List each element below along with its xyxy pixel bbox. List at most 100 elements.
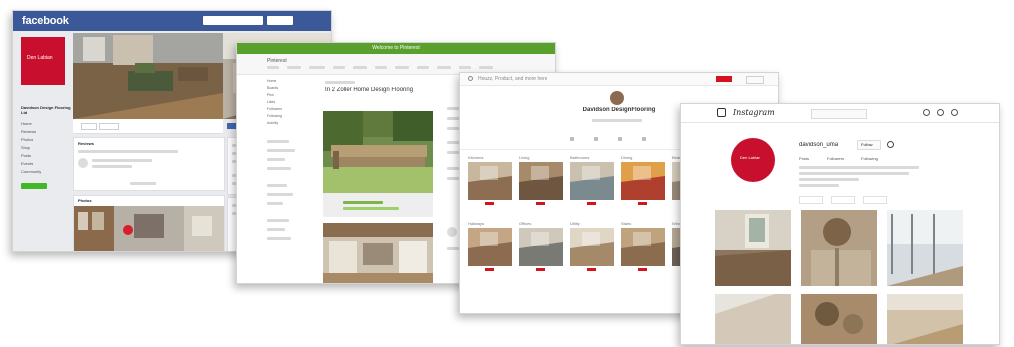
follow-board-button[interactable] [536, 268, 545, 271]
pin-caption [323, 193, 433, 217]
heart-icon[interactable] [937, 109, 944, 116]
pin-image-garden[interactable] [323, 111, 433, 193]
tab-pins[interactable] [594, 137, 598, 141]
tab-likes[interactable] [618, 137, 622, 141]
pinterest-left-menu: Home Boards Pins Likes Followers Followi… [267, 79, 303, 240]
board-tile[interactable]: Living [519, 155, 563, 205]
follow-board-button[interactable] [638, 202, 647, 205]
board-image[interactable] [570, 228, 614, 266]
cover-photo [73, 33, 223, 119]
reviews-card: Reviews [73, 137, 225, 191]
board-image[interactable] [570, 162, 614, 200]
tab-boards[interactable] [570, 137, 574, 141]
menu-item[interactable]: Activity [267, 121, 303, 128]
search-button[interactable] [267, 16, 293, 25]
nav-item[interactable]: Photos [21, 137, 33, 142]
nav-item[interactable]: Community [21, 169, 41, 174]
nav-item[interactable]: Reviews [21, 129, 36, 134]
sign-in-button[interactable] [746, 76, 764, 84]
menu-item[interactable]: Pins [267, 93, 303, 100]
highlight[interactable] [863, 196, 887, 204]
post-image[interactable] [715, 294, 791, 345]
board-image[interactable] [468, 162, 512, 200]
board-title: Kitchens [468, 155, 484, 160]
board-image[interactable] [468, 228, 512, 266]
pin-image-interior[interactable] [323, 223, 433, 283]
nav-item[interactable]: Home [21, 121, 32, 126]
follow-board-button[interactable] [485, 268, 494, 271]
compass-icon[interactable] [923, 109, 930, 116]
board-tile[interactable]: Hallways [468, 221, 512, 271]
board-title: Stairs [621, 221, 632, 226]
board-image[interactable] [519, 162, 563, 200]
board-image[interactable] [621, 228, 665, 266]
follow-board-button[interactable] [587, 202, 596, 205]
follow-button[interactable]: Follow [857, 140, 881, 150]
stat-following: Following [861, 156, 878, 161]
nav-item[interactable]: Shop [21, 145, 30, 150]
menu-item[interactable]: Following [267, 114, 303, 121]
brand-logo-text: Den Labian [740, 155, 761, 160]
board-title: Utility [570, 221, 580, 226]
page-name: Davidson Design Flooring Ltd [21, 105, 71, 115]
follow-board-button[interactable] [485, 202, 494, 205]
tab-followers[interactable] [642, 137, 646, 141]
stat-followers: Followers [827, 156, 845, 161]
nav-item[interactable]: Events [21, 161, 33, 166]
board-tile[interactable]: Utility [570, 221, 614, 271]
sign-up-button[interactable] [716, 76, 732, 82]
photo-strip[interactable] [74, 206, 224, 252]
brand-logo-text: Den Labian [27, 55, 53, 61]
board-tile[interactable]: Kitchens [468, 155, 512, 205]
pinterest-banner: Welcome to Pinterest [237, 43, 555, 54]
brand-logo: Den Labian [21, 37, 65, 85]
pinterest-logo[interactable]: Pinterest [267, 58, 287, 64]
follow-board-button[interactable] [638, 268, 647, 271]
search-input[interactable] [811, 109, 867, 119]
board-tile[interactable]: Offices [519, 221, 563, 271]
post-image[interactable] [801, 210, 877, 286]
page-action-bar [73, 119, 223, 134]
board-title: In 2 Zoller Home Design Flooring [325, 87, 414, 93]
board-image[interactable] [519, 228, 563, 266]
banner-text: Welcome to Pinterest [372, 45, 420, 51]
board-tile[interactable]: Stairs [621, 221, 665, 271]
facebook-logo[interactable]: facebook [22, 15, 69, 27]
camera-icon[interactable] [717, 108, 726, 117]
post-image[interactable] [801, 294, 877, 345]
board-title: Bathrooms [570, 155, 590, 160]
post-image[interactable] [715, 210, 791, 286]
menu-item[interactable]: Boards [267, 86, 303, 93]
post-image[interactable] [887, 210, 963, 286]
avatar [447, 227, 457, 237]
highlight[interactable] [831, 196, 855, 204]
photos-card: Photos [73, 195, 225, 252]
instagram-logo[interactable]: Instagram [733, 108, 775, 117]
follow-board-button[interactable] [536, 202, 545, 205]
section-title: Photos [78, 198, 92, 203]
profile-icon[interactable] [951, 109, 958, 116]
stat-posts: Posts [799, 156, 810, 161]
like-button[interactable] [81, 123, 97, 130]
board-title: Offices [519, 221, 532, 226]
search-input[interactable]: Houzz, Product, and more here [478, 76, 547, 82]
gear-icon[interactable] [887, 141, 894, 148]
instagram-header: Instagram [681, 104, 999, 123]
search-input[interactable] [203, 16, 263, 25]
menu-item[interactable]: Followers [267, 107, 303, 114]
profile-handle: davidson_uma [799, 142, 839, 148]
menu-item[interactable]: Likes [267, 100, 303, 107]
search-icon [468, 76, 473, 81]
follow-label: Follow [861, 142, 873, 147]
board-tile[interactable]: Dining [621, 155, 665, 205]
menu-item[interactable]: Home [267, 79, 303, 86]
nav-item[interactable]: Posts [21, 153, 31, 158]
post-image[interactable] [887, 294, 963, 345]
board-title: Living [519, 155, 530, 160]
board-tile[interactable]: Bathrooms [570, 155, 614, 205]
create-page-button[interactable] [21, 183, 47, 189]
share-button[interactable] [99, 123, 119, 130]
follow-board-button[interactable] [587, 268, 596, 271]
board-image[interactable] [621, 162, 665, 200]
highlight[interactable] [799, 196, 823, 204]
